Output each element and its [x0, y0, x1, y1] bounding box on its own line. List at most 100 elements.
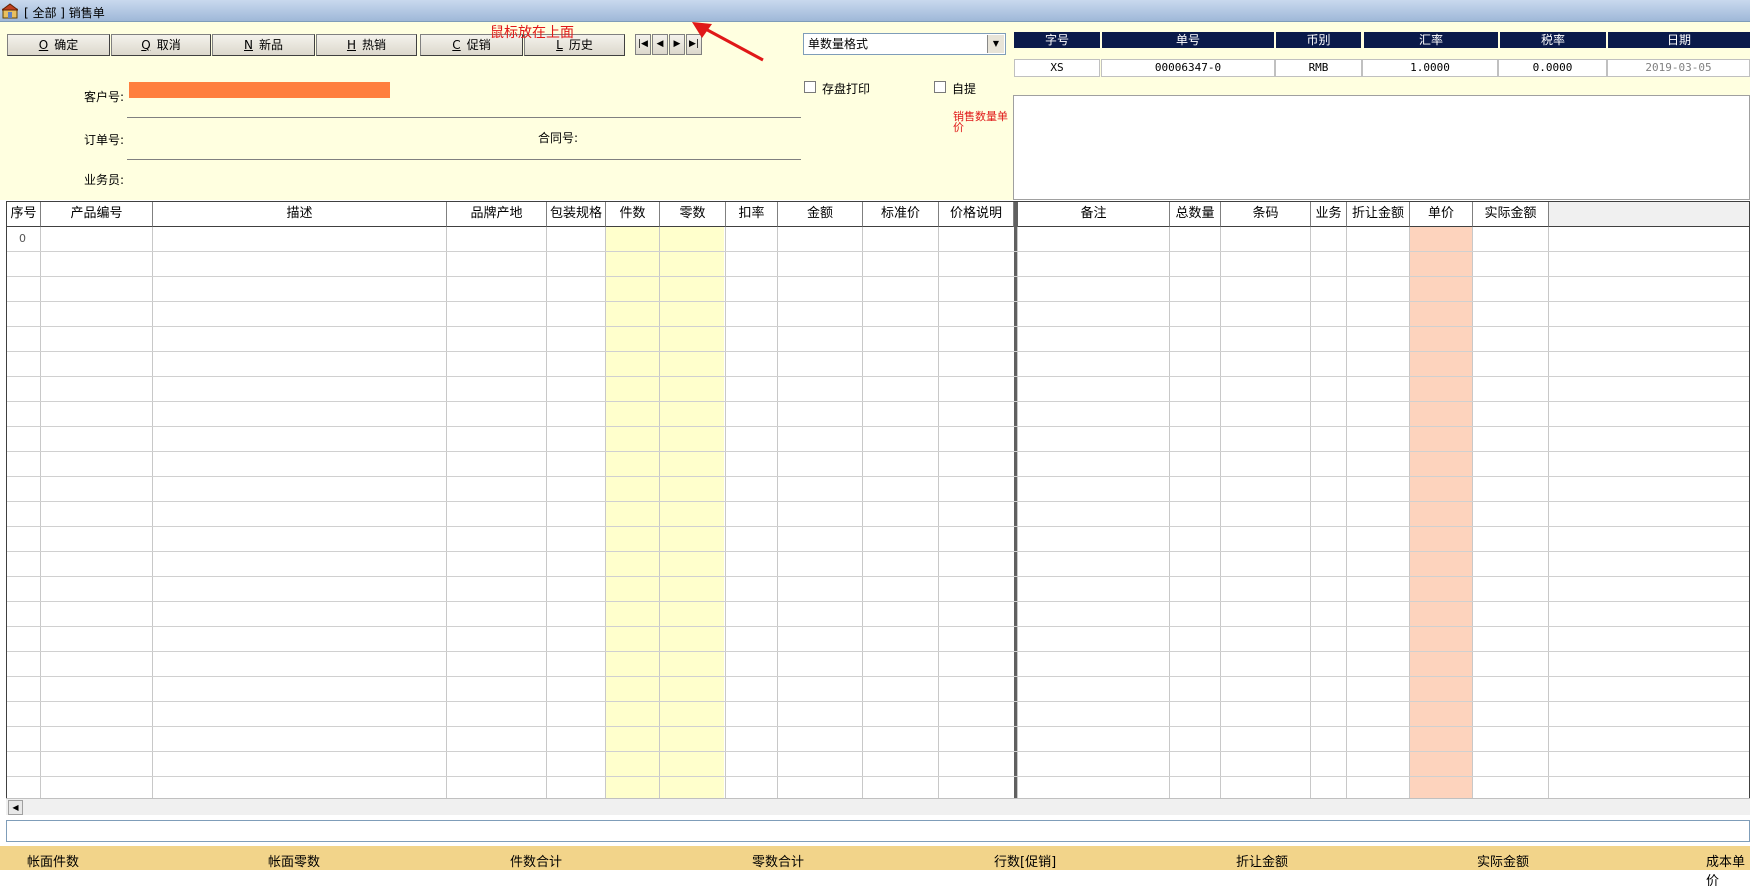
grid-row-line	[7, 551, 1749, 552]
order-grid[interactable]: 序号 产品编号 描述 品牌产地 包装规格 件数 零数 扣率 金额 标准价 价格说…	[6, 201, 1750, 799]
grid-row-line	[7, 626, 1749, 627]
footer-label: 行数[促销]	[994, 855, 1057, 870]
col-header-remark[interactable]: 备注	[1018, 202, 1170, 227]
save-print-checkbox[interactable]	[804, 81, 816, 93]
annotation-arrow-icon	[692, 22, 764, 62]
grid-row-line	[7, 701, 1749, 702]
grid-row-line	[7, 426, 1749, 427]
grid-row-line	[7, 751, 1749, 752]
footer-label: 帐面件数	[27, 855, 80, 870]
grid-row-line	[7, 351, 1749, 352]
col-header: 汇率	[1364, 32, 1498, 48]
grid-column-line	[862, 227, 863, 798]
exchange-rate-field[interactable]: 1.0000	[1362, 59, 1498, 77]
currency-field[interactable]: RMB	[1275, 59, 1362, 77]
self-pickup-label: 自提	[952, 82, 977, 96]
summary-footer: 帐面件数 帐面零数 件数合计 零数合计 行数[促销] 折让金额 实际金额 成本单…	[0, 846, 1750, 889]
col-header-price-note[interactable]: 价格说明	[939, 202, 1014, 227]
highlight-column	[606, 227, 724, 798]
col-header-loose[interactable]: 零数	[660, 202, 726, 227]
tax-rate-field[interactable]: 0.0000	[1498, 59, 1607, 77]
grid-row-line	[7, 726, 1749, 727]
col-header-business[interactable]: 业务	[1311, 202, 1347, 227]
grid-row-line	[7, 301, 1749, 302]
first-record-button[interactable]: |◀	[635, 34, 651, 55]
grid-column-line	[605, 227, 606, 798]
order-field[interactable]	[127, 128, 527, 146]
grid-column-line	[1409, 227, 1410, 798]
col-header: 单号	[1102, 32, 1274, 48]
customer-label: 客户号:	[84, 90, 125, 104]
footer-label: 零数合计	[752, 855, 805, 870]
customer-field[interactable]	[129, 82, 390, 98]
divider	[127, 117, 801, 118]
col-header-total-qty[interactable]: 总数量	[1170, 202, 1221, 227]
grid-row-line	[7, 676, 1749, 677]
window-title: [ 全部 ] 销售单	[24, 6, 105, 20]
col-header: 日期	[1608, 32, 1750, 48]
hot-sale-button[interactable]: H 热销	[316, 34, 417, 56]
grid-column-line	[1169, 227, 1170, 798]
grid-row-line	[7, 401, 1749, 402]
grid-column-line	[938, 227, 939, 798]
app-icon	[2, 3, 18, 19]
next-record-button[interactable]: ▶	[669, 34, 685, 55]
highlight-column	[1410, 227, 1473, 798]
order-no-field[interactable]: 00006347-0	[1101, 59, 1275, 77]
col-header-discount-rate[interactable]: 扣率	[726, 202, 778, 227]
col-header: 税率	[1500, 32, 1606, 48]
grid-column-line	[1346, 227, 1347, 798]
contract-field[interactable]	[585, 128, 801, 146]
grid-row-line	[7, 476, 1749, 477]
grid-column-line	[1548, 227, 1549, 798]
print-format-select[interactable]: 单数量格式 ▼	[803, 33, 1006, 55]
print-format-value: 单数量格式	[808, 37, 869, 51]
grid-column-line	[725, 227, 726, 798]
footer-label: 帐面零数	[268, 855, 321, 870]
col-header-rebate-amount[interactable]: 折让金额	[1347, 202, 1410, 227]
grid-column-line	[1220, 227, 1221, 798]
salesman-field[interactable]	[127, 168, 527, 186]
footer-label: 实际金额	[1477, 855, 1530, 870]
horizontal-scrollbar[interactable]: ◀	[6, 798, 1750, 815]
confirm-button[interactable]: O 确定	[7, 34, 110, 56]
col-header-amount[interactable]: 金额	[778, 202, 863, 227]
prefix-field[interactable]: XS	[1014, 59, 1100, 77]
grid-row-line	[7, 251, 1749, 252]
col-header-packing[interactable]: 包装规格	[547, 202, 606, 227]
col-header-standard-price[interactable]: 标准价	[863, 202, 939, 227]
col-header-unit-price[interactable]: 单价	[1410, 202, 1473, 227]
grid-row-line	[7, 601, 1749, 602]
prev-record-button[interactable]: ◀	[652, 34, 668, 55]
col-header-brand-origin[interactable]: 品牌产地	[447, 202, 547, 227]
col-header-product-code[interactable]: 产品编号	[41, 202, 153, 227]
footer-label: 折让金额	[1236, 855, 1289, 870]
date-field[interactable]: 2019-03-05	[1607, 59, 1750, 77]
grid-column-line	[546, 227, 547, 798]
side-note: 销售数量单价	[953, 110, 1008, 134]
grid-row-line	[7, 376, 1749, 377]
salesman-label: 业务员:	[84, 173, 125, 187]
row-index: 0	[19, 232, 26, 245]
self-pickup-checkbox[interactable]	[934, 81, 946, 93]
col-header-description[interactable]: 描述	[153, 202, 447, 227]
col-header-barcode[interactable]: 条码	[1221, 202, 1311, 227]
cancel-button[interactable]: Q 取消	[111, 34, 211, 56]
status-input[interactable]	[6, 820, 1750, 842]
col-header-index[interactable]: 序号	[7, 202, 41, 227]
grid-column-line	[152, 227, 153, 798]
col-header-actual-amount[interactable]: 实际金额	[1473, 202, 1549, 227]
contract-label: 合同号:	[538, 131, 579, 145]
new-product-button[interactable]: N 新品	[212, 34, 315, 56]
divider	[127, 159, 801, 160]
grid-column-line	[1310, 227, 1311, 798]
scroll-left-icon[interactable]: ◀	[8, 800, 23, 815]
col-header-pieces[interactable]: 件数	[606, 202, 660, 227]
col-header: 字号	[1014, 32, 1100, 48]
memo-area[interactable]	[1013, 95, 1750, 200]
footer-label: 成本单价	[1706, 855, 1746, 889]
grid-column-line	[777, 227, 778, 798]
chevron-down-icon[interactable]: ▼	[987, 35, 1004, 53]
grid-column-line	[659, 227, 660, 798]
grid-row-line	[7, 651, 1749, 652]
